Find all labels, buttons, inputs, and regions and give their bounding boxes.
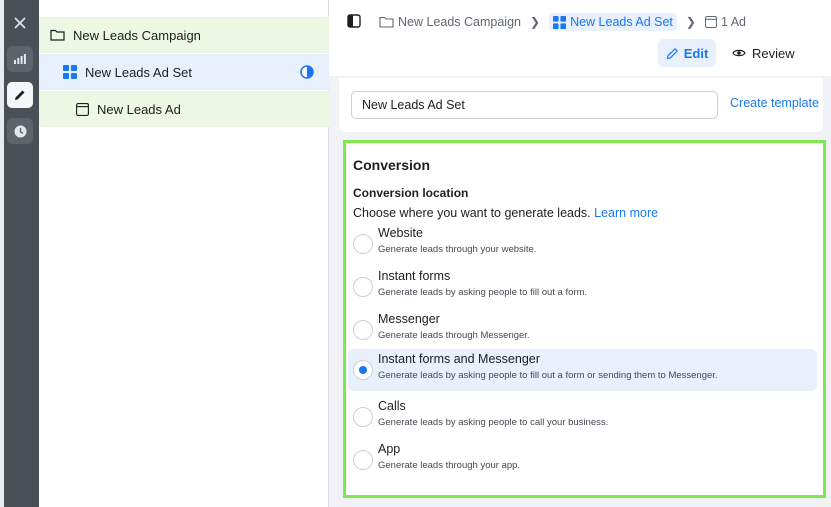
left-rail [0, 0, 39, 507]
option-instant-forms[interactable]: Instant forms Generate leads by asking p… [348, 266, 817, 308]
radio-button[interactable] [353, 450, 373, 470]
breadcrumb-adset[interactable]: New Leads Ad Set [549, 13, 677, 31]
radio-button[interactable] [353, 234, 373, 254]
rail-edge [0, 0, 4, 507]
breadcrumb-campaign[interactable]: New Leads Campaign [379, 15, 521, 29]
tree-item-label: New Leads Campaign [73, 27, 201, 43]
half-circle-icon [300, 65, 314, 82]
breadcrumb-label: New Leads Campaign [398, 15, 521, 29]
ad-icon [76, 102, 89, 116]
help-text: Choose where you want to generate leads. [353, 206, 591, 220]
tree-item-adset[interactable]: New Leads Ad Set [39, 54, 329, 90]
breadcrumb-label: New Leads Ad Set [570, 15, 673, 29]
option-app[interactable]: App Generate leads through your app. [348, 439, 817, 481]
tree-item-label: New Leads Ad Set [85, 64, 192, 80]
pencil-icon [666, 47, 678, 59]
conversion-location-label: Conversion location [353, 186, 469, 200]
radio-button[interactable] [353, 277, 373, 297]
folder-icon [379, 16, 394, 28]
option-title: Instant forms and Messenger [378, 352, 540, 366]
breadcrumb-ad[interactable]: 1 Ad [705, 15, 746, 29]
edit-label: Edit [683, 45, 709, 61]
option-description: Generate leads by asking people to fill … [378, 287, 588, 298]
option-description: Generate leads by asking people to fill … [378, 370, 718, 381]
create-template-link[interactable]: Create template [730, 96, 819, 110]
tree-item-campaign[interactable]: New Leads Campaign [39, 17, 329, 53]
eye-icon [732, 49, 746, 57]
tree-item-label: New Leads Ad [97, 101, 181, 117]
panel-toggle-icon[interactable] [347, 13, 361, 31]
option-title: Website [378, 226, 423, 240]
tree-item-ad[interactable]: New Leads Ad [39, 91, 329, 127]
option-website[interactable]: Website Generate leads through your webs… [348, 223, 817, 265]
radio-button[interactable] [353, 320, 373, 340]
editor-pane: New Leads Campaign ❯ New Leads Ad Set ❯ … [329, 0, 831, 507]
chevron-right-icon: ❯ [530, 15, 541, 29]
option-title: Messenger [378, 312, 440, 326]
stats-icon[interactable] [7, 46, 33, 72]
breadcrumb-label: 1 Ad [720, 15, 747, 29]
chevron-right-icon: ❯ [685, 15, 696, 29]
option-title: App [378, 442, 401, 456]
adset-name-input[interactable] [351, 91, 718, 119]
option-title: Calls [378, 399, 406, 413]
learn-more-link[interactable]: Learn more [594, 206, 658, 220]
grid-icon [553, 15, 567, 29]
radio-button-selected[interactable] [353, 360, 373, 380]
option-description: Generate leads through your website. [378, 244, 537, 255]
grid-icon [63, 65, 77, 79]
conversion-location-help: Choose where you want to generate leads.… [353, 206, 658, 220]
breadcrumb: New Leads Campaign ❯ New Leads Ad Set ❯ … [347, 12, 746, 32]
option-calls[interactable]: Calls Generate leads by asking people to… [348, 396, 817, 438]
option-description: Generate leads through Messenger. [378, 330, 530, 341]
section-title: Conversion [353, 157, 431, 173]
review-button[interactable]: Review [732, 39, 795, 67]
radio-button[interactable] [353, 407, 373, 427]
option-description: Generate leads by asking people to call … [378, 417, 609, 428]
ad-icon [705, 16, 717, 28]
option-title: Instant forms [378, 269, 451, 283]
clock-icon[interactable] [7, 118, 33, 144]
adset-name-card: Create template [339, 78, 823, 132]
close-icon[interactable] [7, 10, 33, 36]
option-messenger[interactable]: Messenger Generate leads through Messeng… [348, 309, 817, 351]
option-description: Generate leads through your app. [378, 460, 521, 471]
option-instant-forms-and-messenger[interactable]: Instant forms and Messenger Generate lea… [348, 349, 817, 391]
edit-button[interactable]: Edit [658, 39, 716, 67]
conversion-section: Conversion Conversion location Choose wh… [343, 140, 826, 498]
folder-icon [50, 29, 65, 41]
review-label: Review [752, 45, 795, 61]
pencil-icon[interactable] [7, 82, 33, 108]
top-bar: New Leads Campaign ❯ New Leads Ad Set ❯ … [329, 0, 831, 76]
structure-tree: New Leads Campaign New Leads Ad Set New … [39, 0, 329, 507]
